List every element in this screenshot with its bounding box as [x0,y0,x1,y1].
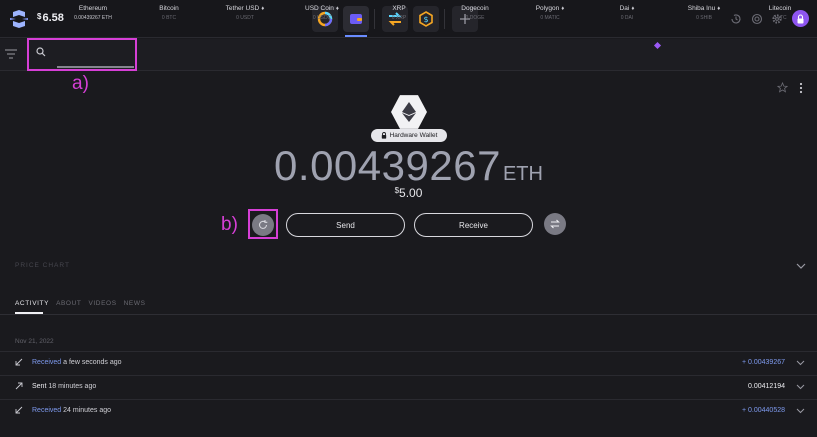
receive-button[interactable]: Receive [414,213,533,237]
exodus-logo-icon[interactable] [9,9,29,29]
send-button[interactable]: Send [286,213,405,237]
transaction-description: Sent 18 minutes ago [32,383,97,390]
annotation-label-b: b) [221,214,238,235]
tab-news[interactable]: NEWS [124,300,146,312]
transaction-row[interactable]: Received 24 minutes ago + 0.00440528 [0,399,817,421]
transaction-description: Received a few seconds ago [32,359,122,366]
transaction-amount: 0.00412194 [748,383,785,390]
asset-tab-usdc[interactable]: USD Coin ♦ 0 USDC [286,5,358,21]
received-arrow-icon [15,406,23,414]
asset-tab-polygon[interactable]: Polygon ♦ 0 MATIC [514,5,586,21]
price-chart-toggle[interactable]: PRICE CHART [15,262,70,269]
asset-tab-bitcoin[interactable]: Bitcoin 0 BTC [133,5,205,21]
ethereum-icon [402,102,416,122]
transaction-amount: + 0.00439267 [741,359,785,366]
asset-tabs: ACTIVITY ABOUT VIDEOS NEWS [15,300,146,312]
swap-arrows-icon [550,219,560,229]
favorite-star-icon[interactable] [777,82,788,93]
chevron-down-icon[interactable] [796,262,806,270]
received-arrow-icon [15,358,23,366]
annotation-label-a: a) [72,73,89,94]
active-tab-indicator [345,35,367,37]
asset-balance-amount: 0.00439267 ETH [274,142,543,189]
transaction-row[interactable]: Received a few seconds ago + 0.00439267 [0,351,817,373]
tabs-divider [0,314,817,315]
more-options-icon[interactable] [799,82,803,94]
asset-tab-ethereum[interactable]: Ethereum 0.00439267 ETH [57,5,129,21]
chevron-down-icon[interactable] [796,384,805,390]
transaction-amount: + 0.00440528 [741,407,785,414]
transaction-row[interactable]: Sent 18 minutes ago 0.00412194 [0,375,817,397]
transaction-description: Received 24 minutes ago [32,407,112,414]
chevron-down-icon[interactable] [796,408,805,414]
asset-tab-dai[interactable]: Dai ♦ 0 DAI [591,5,663,21]
exchange-asset-button[interactable] [544,213,566,235]
sent-arrow-icon [15,382,23,390]
asset-tab-litecoin[interactable]: Litecoin 0 LTC [744,5,816,21]
asset-tab-tether[interactable]: Tether USD ♦ 0 USDT [209,5,281,21]
tab-videos[interactable]: VIDEOS [88,300,116,312]
asset-fiat-value: $5.00 [394,186,423,200]
filter-menu-icon[interactable] [5,47,17,61]
hardware-wallet-lock-icon [381,132,386,139]
chevron-down-icon[interactable] [796,360,805,366]
asset-tab-shiba-inu[interactable]: Shiba Inu ♦ 0 SHIB [668,5,740,21]
tab-activity[interactable]: ACTIVITY [15,300,49,312]
activity-date: Nov 21, 2022 [15,338,54,345]
tab-about[interactable]: ABOUT [56,300,81,312]
annotation-box-b [248,209,278,239]
hardware-wallet-badge: Hardware Wallet [371,129,447,142]
asset-tab-dogecoin[interactable]: Dogecoin 0 DOGE [439,5,511,21]
asset-tab-xrp[interactable]: XRP 0 XRP [363,5,435,21]
ethereum-logo-badge [391,95,427,129]
annotation-box-a [27,38,137,71]
